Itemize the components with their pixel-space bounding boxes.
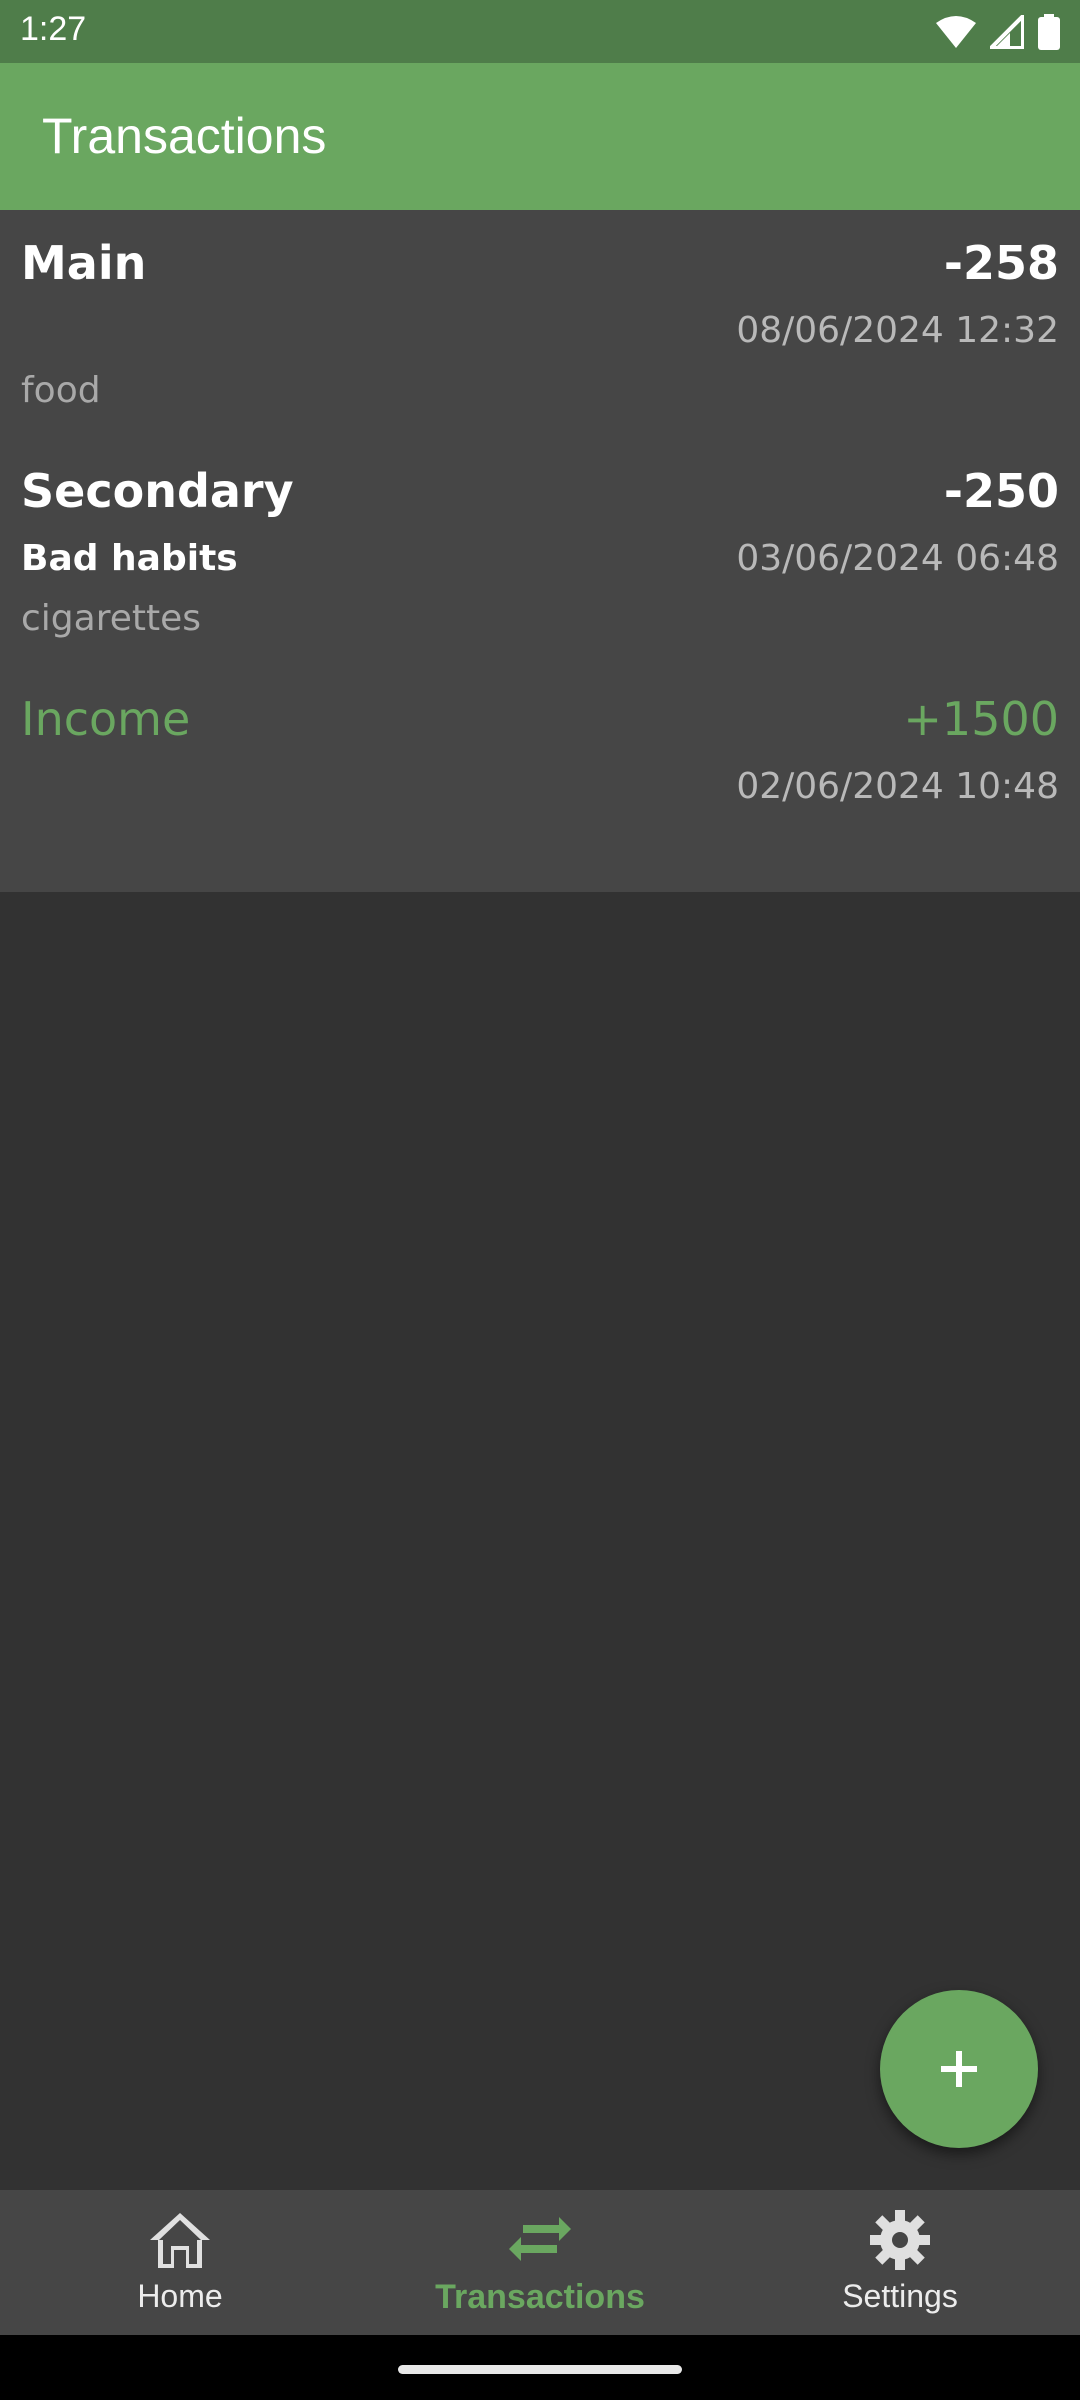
nav-label-transactions: Transactions bbox=[435, 2278, 645, 2316]
plus-icon bbox=[941, 2051, 977, 2087]
transaction-row[interactable]: Secondary -250 Bad habits 03/06/2024 06:… bbox=[0, 438, 1080, 666]
nav-item-transactions[interactable]: Transactions bbox=[360, 2190, 720, 2335]
system-gesture-bar bbox=[0, 2335, 1080, 2400]
transfer-arrows-icon bbox=[509, 2217, 571, 2261]
transaction-date: 03/06/2024 06:48 bbox=[736, 538, 1059, 579]
wifi-icon bbox=[936, 16, 976, 48]
gear-icon bbox=[870, 2210, 930, 2270]
transaction-account: Secondary bbox=[21, 464, 294, 518]
transaction-category: Bad habits bbox=[21, 538, 238, 579]
signal-icon bbox=[990, 15, 1024, 49]
add-transaction-button[interactable] bbox=[880, 1990, 1038, 2148]
nav-item-home[interactable]: Home bbox=[0, 2190, 360, 2335]
battery-icon bbox=[1038, 14, 1060, 50]
transaction-date: 02/06/2024 10:48 bbox=[736, 766, 1059, 807]
status-icons bbox=[936, 12, 1060, 52]
page-title: Transactions bbox=[42, 108, 327, 164]
app-bar: Transactions bbox=[0, 63, 1080, 210]
home-icon bbox=[150, 2213, 210, 2268]
transaction-note: cigarettes bbox=[21, 598, 201, 639]
nav-label-settings: Settings bbox=[842, 2278, 958, 2314]
transaction-account: Income bbox=[21, 692, 191, 746]
nav-item-settings[interactable]: Settings bbox=[720, 2190, 1080, 2335]
transaction-account: Main bbox=[21, 236, 147, 290]
gesture-handle[interactable] bbox=[398, 2365, 682, 2374]
transaction-note: food bbox=[21, 370, 101, 411]
transaction-date: 08/06/2024 12:32 bbox=[736, 310, 1059, 351]
nav-label-home: Home bbox=[137, 2278, 223, 2314]
bottom-navigation: Home Transactions Settings bbox=[0, 2190, 1080, 2335]
transaction-amount: -258 bbox=[943, 236, 1059, 290]
transaction-amount: +1500 bbox=[903, 692, 1059, 746]
transaction-row[interactable]: Income +1500 02/06/2024 10:48 bbox=[0, 666, 1080, 894]
transaction-row[interactable]: Main -258 08/06/2024 12:32 food bbox=[0, 210, 1080, 438]
transactions-list: Main -258 08/06/2024 12:32 food Secondar… bbox=[0, 210, 1080, 892]
status-bar: 1:27 bbox=[0, 0, 1080, 63]
transaction-amount: -250 bbox=[943, 464, 1059, 518]
status-time: 1:27 bbox=[20, 10, 87, 48]
